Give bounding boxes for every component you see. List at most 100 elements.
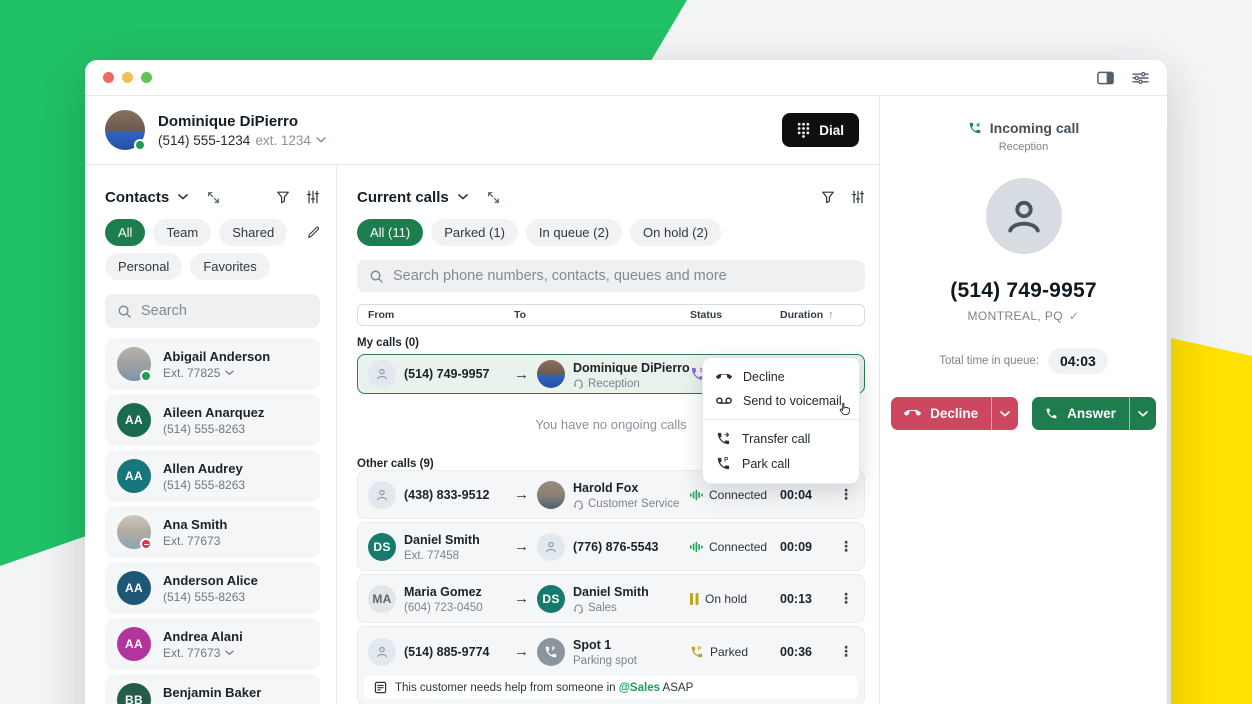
call-duration: 00:36 xyxy=(780,645,838,659)
decline-button-label: Decline xyxy=(930,406,978,421)
display-settings-icon[interactable] xyxy=(1132,71,1149,85)
callee-detail: Parking spot xyxy=(573,655,637,667)
contacts-filter-favorites[interactable]: Favorites xyxy=(190,253,269,280)
calls-filter-in-queue[interactable]: In queue (2) xyxy=(526,219,622,246)
incoming-phone-icon xyxy=(968,121,982,135)
current-calls-title: Current calls xyxy=(357,189,449,206)
column-to: To xyxy=(514,309,690,321)
close-window-button[interactable] xyxy=(103,72,114,83)
dial-button[interactable]: Dial xyxy=(782,113,859,147)
row-menu-icon[interactable]: ⋮ xyxy=(838,486,854,503)
chevron-down-icon[interactable] xyxy=(178,194,188,200)
contact-row[interactable]: Abigail Anderson Ext. 77825 xyxy=(105,338,320,390)
titlebar xyxy=(85,60,1167,96)
contacts-panel: Contacts All Team Shared xyxy=(85,165,337,704)
contacts-list: Abigail Anderson Ext. 77825 AA Aileen An… xyxy=(105,338,320,704)
zoom-window-button[interactable] xyxy=(141,72,152,83)
decline-options-chevron[interactable] xyxy=(991,397,1018,430)
contact-row[interactable]: AA Andrea Alani Ext. 77673 xyxy=(105,618,320,670)
column-duration[interactable]: Duration↑ xyxy=(780,309,838,321)
traffic-lights xyxy=(103,72,152,83)
row-menu-icon[interactable]: ⋮ xyxy=(838,590,854,607)
decline-button[interactable]: Decline xyxy=(891,397,991,430)
contact-row[interactable]: AA Allen Audrey (514) 555-8263 xyxy=(105,450,320,502)
call-row[interactable]: DS Daniel Smith Ext. 77458 → (776) 876-5… xyxy=(357,522,865,571)
contacts-search-input[interactable] xyxy=(141,303,328,319)
avatar-initials: AA xyxy=(125,469,143,483)
menu-item-label: Decline xyxy=(743,370,785,384)
avatar: AA xyxy=(117,571,151,605)
arrow-right-icon: → xyxy=(514,486,529,503)
unknown-caller-icon xyxy=(368,638,396,666)
avatar-initials: AA xyxy=(125,637,143,651)
contacts-filter-team[interactable]: Team xyxy=(153,219,211,246)
incoming-call-panel: Incoming call Reception (514) 749-9957 M… xyxy=(880,96,1167,704)
calls-search-input[interactable] xyxy=(393,268,853,284)
call-state-label: Incoming call xyxy=(990,120,1079,136)
note-mention-link[interactable]: @Sales xyxy=(619,682,660,694)
chevron-down-icon[interactable] xyxy=(458,194,468,200)
sort-settings-icon[interactable] xyxy=(306,190,320,204)
menu-item-park-call[interactable]: P Park call xyxy=(703,451,859,476)
verified-check-icon[interactable]: ✓ xyxy=(1069,309,1079,323)
call-row[interactable]: MA Maria Gomez (604) 723-0450 → DS Danie… xyxy=(357,574,865,623)
filter-icon[interactable] xyxy=(821,190,835,204)
menu-item-decline[interactable]: Decline xyxy=(703,365,859,389)
avatar xyxy=(537,360,565,388)
avatar-initials: AA xyxy=(125,581,143,595)
contacts-filter-shared[interactable]: Shared xyxy=(219,219,287,246)
caller-name: Daniel Smith xyxy=(404,533,480,547)
contact-detail: (514) 555-8263 xyxy=(163,422,245,436)
menu-item-transfer-call[interactable]: Transfer call xyxy=(703,426,859,451)
menu-item-send-to-voicemail[interactable]: Send to voicemail xyxy=(703,389,859,413)
dial-button-label: Dial xyxy=(819,123,844,138)
avatar-initials: DS xyxy=(542,592,559,606)
expand-panel-icon[interactable] xyxy=(487,191,500,204)
status-label: Parked xyxy=(710,645,748,659)
filter-icon[interactable] xyxy=(276,190,290,204)
user-extension: ext. 1234 xyxy=(255,133,311,148)
contacts-filter-all[interactable]: All xyxy=(105,219,145,246)
calls-filter-on-hold[interactable]: On hold (2) xyxy=(630,219,721,246)
app-header: Dominique DiPierro (514) 555-1234 ext. 1… xyxy=(85,96,879,165)
arrow-right-icon: → xyxy=(514,643,529,660)
contact-row[interactable]: AA Aileen Anarquez (514) 555-8263 xyxy=(105,394,320,446)
minimize-window-button[interactable] xyxy=(122,72,133,83)
unknown-caller-icon xyxy=(368,481,396,509)
avatar xyxy=(117,515,151,549)
edit-filters-icon[interactable] xyxy=(307,226,320,239)
answer-button[interactable]: Answer xyxy=(1032,397,1129,430)
callee-name: Harold Fox xyxy=(573,481,638,495)
search-icon xyxy=(117,304,132,319)
calls-filter-parked[interactable]: Parked (1) xyxy=(431,219,518,246)
answer-options-chevron[interactable] xyxy=(1129,397,1156,430)
sort-settings-icon[interactable] xyxy=(851,190,865,204)
contact-row[interactable]: AA Anderson Alice (514) 555-8263 xyxy=(105,562,320,614)
calls-filter-all[interactable]: All (11) xyxy=(357,219,423,246)
row-menu-icon[interactable]: ⋮ xyxy=(838,538,854,555)
caller-avatar xyxy=(986,178,1062,254)
toggle-panel-icon[interactable] xyxy=(1097,71,1114,85)
user-line-selector[interactable]: (514) 555-1234 ext. 1234 xyxy=(158,133,326,148)
chevron-down-icon[interactable] xyxy=(225,650,234,656)
contact-row[interactable]: Ana Smith Ext. 77673 xyxy=(105,506,320,558)
arrow-right-icon: → xyxy=(514,538,529,555)
transfer-call-icon xyxy=(716,431,731,446)
contact-name: Ana Smith xyxy=(163,517,227,532)
expand-panel-icon[interactable] xyxy=(207,191,220,204)
connected-equalizer-icon xyxy=(690,489,703,501)
caller-detail: Ext. 77458 xyxy=(404,550,459,562)
search-icon xyxy=(369,269,384,284)
arrow-right-icon: → xyxy=(514,366,529,383)
headset-icon xyxy=(573,378,584,389)
decline-split-button: Decline xyxy=(891,397,1018,430)
contact-detail: Ext. 77825 xyxy=(163,366,220,380)
contacts-filter-personal[interactable]: Personal xyxy=(105,253,182,280)
phone-down-icon xyxy=(716,374,732,381)
contact-row[interactable]: BB Benjamin Baker (514) 555-8263 xyxy=(105,674,320,704)
call-row[interactable]: (514) 885-9774 → P Spot 1 Parking spot P… xyxy=(358,627,864,676)
chevron-down-icon[interactable] xyxy=(225,370,234,376)
row-menu-icon[interactable]: ⋮ xyxy=(838,643,854,660)
caller-number: (438) 833-9512 xyxy=(404,488,489,502)
chevron-down-icon[interactable] xyxy=(316,137,326,143)
